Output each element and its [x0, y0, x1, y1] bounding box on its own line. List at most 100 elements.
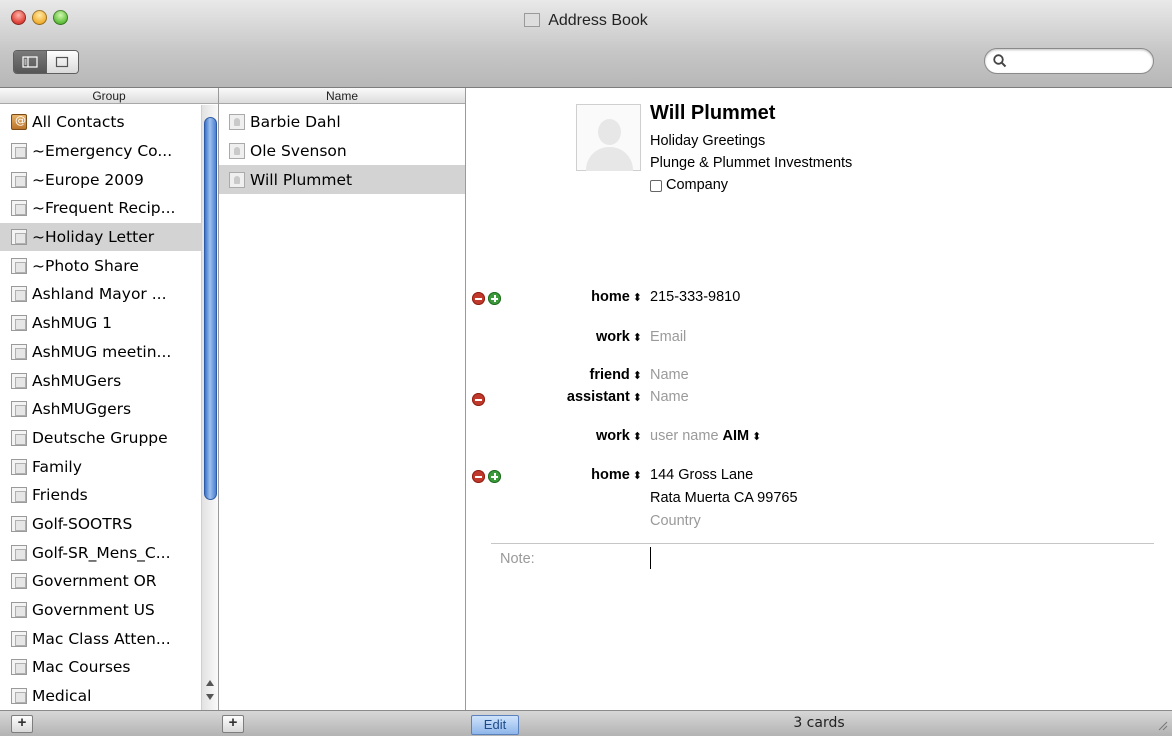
group-icon — [11, 372, 27, 389]
company-checkbox-row[interactable]: Company — [650, 177, 728, 193]
remove-related-name-button[interactable] — [472, 393, 485, 406]
address-city-line[interactable]: Rata Muerta CA 99765 — [650, 490, 798, 506]
group-item[interactable]: Medical — [0, 682, 201, 710]
group-column-header[interactable]: Group — [0, 88, 218, 104]
group-item-label: Mac Class Atten... — [32, 629, 171, 648]
label-updown-icon: ⬍ — [632, 431, 642, 443]
card-count: 3 cards — [793, 715, 845, 731]
contact-list-item[interactable]: Will Plummet — [219, 165, 465, 195]
group-item-label: All Contacts — [32, 113, 125, 132]
resize-grip-icon[interactable] — [1158, 721, 1168, 731]
group-item[interactable]: Friends — [0, 481, 201, 510]
email-placeholder[interactable]: Email — [650, 329, 686, 345]
group-icon — [11, 544, 27, 561]
search-input[interactable] — [1013, 52, 1147, 72]
group-item[interactable]: ~Emergency Co... — [0, 137, 201, 166]
group-item[interactable]: Golf-SR_Mens_C... — [0, 538, 201, 567]
group-item[interactable]: AshMUG meetin... — [0, 338, 201, 367]
name-column-header[interactable]: Name — [219, 88, 465, 104]
contact-job-title[interactable]: Holiday Greetings — [650, 133, 765, 149]
group-item[interactable]: Government OR — [0, 567, 201, 596]
group-icon — [11, 401, 27, 418]
group-list-pane: Group All Contacts ~Emergency Co... ~Europ… — [0, 88, 219, 710]
note-text-cursor[interactable] — [650, 547, 651, 569]
assistant-label-text: assistant — [566, 389, 630, 405]
label-updown-icon: ⬍ — [632, 370, 642, 382]
related-name-label-text: friend — [589, 367, 630, 383]
related-name-placeholder[interactable]: Name — [650, 367, 689, 383]
phone-label[interactable]: home ⬍ — [591, 289, 642, 305]
group-item[interactable]: ~Europe 2009 — [0, 165, 201, 194]
group-item-label: AshMUGgers — [32, 400, 132, 419]
group-item[interactable]: AshMUG 1 — [0, 309, 201, 338]
label-updown-icon: ⬍ — [632, 392, 642, 404]
assistant-label[interactable]: assistant ⬍ — [567, 389, 642, 405]
email-label[interactable]: work ⬍ — [596, 329, 642, 345]
group-icon — [11, 257, 27, 274]
group-item[interactable]: Deutsche Gruppe — [0, 424, 201, 453]
add-group-button[interactable]: + — [11, 715, 33, 733]
group-item-label: Golf-SOOTRS — [32, 514, 133, 533]
add-phone-button[interactable] — [488, 292, 501, 305]
phone-value[interactable]: 215-333-9810 — [650, 289, 740, 305]
group-item-label: ~Emergency Co... — [32, 142, 173, 161]
group-icon — [11, 229, 27, 246]
note-divider — [491, 543, 1154, 544]
group-item[interactable]: Mac Class Atten... — [0, 624, 201, 653]
group-icon — [11, 458, 27, 475]
scrollbar-thumb[interactable] — [204, 117, 217, 500]
im-username-placeholder[interactable]: user name — [650, 428, 719, 444]
related-name-label[interactable]: friend ⬍ — [590, 367, 643, 383]
contact-list-item[interactable]: Ole Svenson — [219, 137, 465, 166]
window-title-text: Address Book — [548, 12, 648, 29]
group-item[interactable]: ~Frequent Recip... — [0, 194, 201, 223]
group-list-scrollbar[interactable] — [201, 105, 218, 710]
group-item[interactable]: ~Holiday Letter — [0, 222, 201, 252]
group-item-all-contacts[interactable]: All Contacts — [0, 108, 201, 137]
add-contact-button[interactable]: + — [222, 715, 244, 733]
group-item[interactable]: Mac Courses — [0, 653, 201, 682]
search-field[interactable] — [984, 48, 1154, 74]
group-item[interactable]: AshMUGers — [0, 366, 201, 395]
scroll-up-arrow-icon[interactable] — [206, 680, 214, 686]
group-icon — [11, 429, 27, 446]
assistant-placeholder[interactable]: Name — [650, 389, 689, 405]
group-icon — [11, 487, 27, 504]
contact-card-icon — [229, 143, 245, 160]
address-country-placeholder[interactable]: Country — [650, 513, 701, 529]
group-item[interactable]: Golf-SOOTRS — [0, 510, 201, 539]
window-title: Address Book — [0, 12, 1172, 30]
group-item-label: ~Holiday Letter — [32, 228, 155, 247]
contact-name[interactable]: Will Plummet — [650, 102, 775, 125]
company-checkbox[interactable] — [650, 179, 662, 192]
contact-photo[interactable] — [576, 104, 641, 171]
remove-phone-button[interactable] — [472, 292, 485, 305]
remove-address-button[interactable] — [472, 470, 485, 483]
address-label-text: home — [591, 467, 630, 483]
name-list-pane: Name Barbie Dahl Ole Svenson Will Plummet — [219, 88, 466, 710]
silhouette-head — [598, 119, 621, 145]
group-item-label: Golf-SR_Mens_C... — [32, 543, 171, 562]
group-item[interactable]: AshMUGgers — [0, 395, 201, 424]
group-item-label: Government US — [32, 601, 155, 620]
group-icon — [11, 630, 27, 647]
group-item[interactable]: ~Photo Share — [0, 251, 201, 280]
contact-list-item[interactable]: Barbie Dahl — [219, 108, 465, 137]
add-address-button[interactable] — [488, 470, 501, 483]
card-view-button[interactable] — [45, 51, 78, 73]
group-item-label: ~Frequent Recip... — [32, 199, 176, 218]
group-item[interactable]: Ashland Mayor ... — [0, 280, 201, 309]
im-label[interactable]: work ⬍ — [596, 428, 642, 444]
im-service-select[interactable]: AIM ⬍ — [723, 428, 762, 444]
column-view-button[interactable] — [14, 51, 46, 73]
group-icon — [11, 515, 27, 532]
contact-company[interactable]: Plunge & Plummet Investments — [650, 155, 852, 171]
address-street[interactable]: 144 Gross Lane — [650, 467, 753, 483]
scroll-down-arrow-icon[interactable] — [206, 694, 214, 700]
address-label[interactable]: home ⬍ — [591, 467, 642, 483]
group-item[interactable]: Government US — [0, 596, 201, 625]
group-item[interactable]: Family — [0, 452, 201, 481]
contact-list-item-label: Ole Svenson — [250, 142, 347, 161]
address-book-doc-icon — [524, 13, 541, 27]
group-item-label: ~Europe 2009 — [32, 170, 144, 189]
